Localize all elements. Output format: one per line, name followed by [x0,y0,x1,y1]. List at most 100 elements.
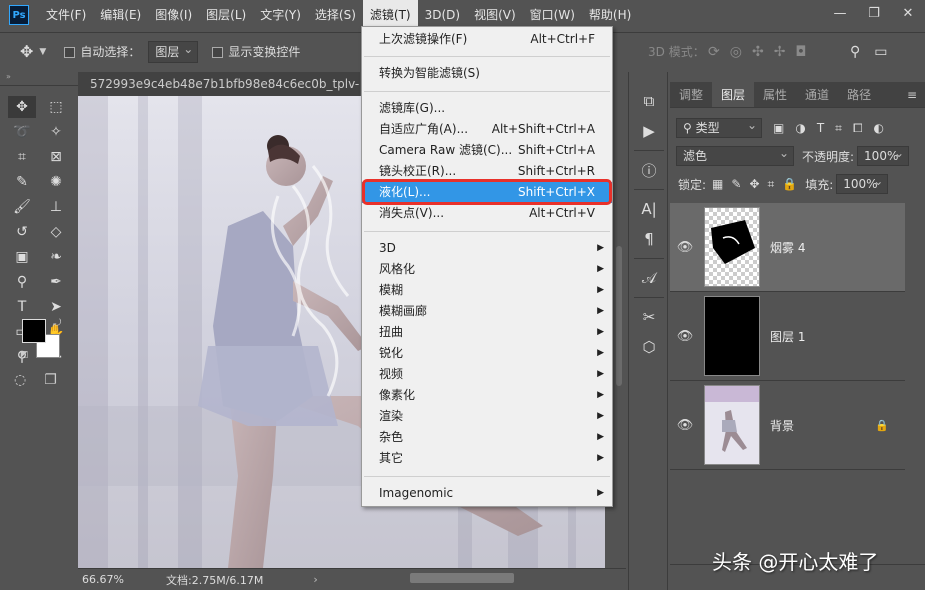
brush-tool-icon[interactable]: 🖌 [8,196,36,218]
dodge-tool-icon[interactable]: ⚲ [8,271,36,293]
visibility-eye-icon[interactable]: 👁 [670,240,700,255]
close-button[interactable]: ✕ [891,0,925,26]
3d-panel-icon[interactable]: ⬡ [629,332,669,362]
image-filter-icon[interactable]: ▣ [773,121,784,135]
menu-item-imagenomic[interactable]: Imagenomic ▶ [362,483,612,504]
panel-menu-icon[interactable]: ≡ [907,82,917,107]
menu-item-last-filter[interactable]: 上次滤镜操作(F) Alt+Ctrl+F [362,29,612,50]
document-tab[interactable]: 572993e9c4eb48e7b1bfb98e84c6ec0b_tplv-ob… [78,72,360,96]
layer-filter-dropdown[interactable]: ⚲ 类型 [676,116,762,138]
pen-tool-icon[interactable]: ✒ [42,271,70,293]
menu-item-distort[interactable]: 扭曲 ▶ [362,322,612,343]
tab-paths[interactable]: 路径 [838,82,880,107]
chevron-right-icon[interactable]: › [313,573,317,586]
eraser-tool-icon[interactable]: ◇ [42,221,70,243]
foreground-color-swatch[interactable] [22,319,46,343]
default-colors-icon[interactable]: ◩ [20,350,29,360]
info-panel-icon[interactable]: ⓘ [629,155,669,185]
paragraph-panel-icon[interactable]: ¶ [629,224,669,254]
menu-file[interactable]: 文件(F) [39,0,93,30]
menu-item-filter-gallery[interactable]: 滤镜库(G)... [362,98,612,119]
menu-item-pixelate[interactable]: 像素化 ▶ [362,385,612,406]
menu-item-video[interactable]: 视频 ▶ [362,364,612,385]
menu-item-blur[interactable]: 模糊 ▶ [362,280,612,301]
quick-mask-icon[interactable]: ◌ [14,372,26,388]
filter-toggle-icon[interactable]: ◐ [874,121,884,135]
menu-type[interactable]: 文字(Y) [253,0,308,30]
menu-item-adaptive-wide-angle[interactable]: 自适应广角(A)... Alt+Shift+Ctrl+A [362,119,612,140]
menu-item-render[interactable]: 渲染 ▶ [362,406,612,427]
show-transform-checkbox[interactable]: 显示变换控件 [212,43,300,60]
smart-object-filter-icon[interactable]: ⧠ [853,121,863,136]
scale-3d-icon[interactable]: ◘ [795,44,806,60]
tab-adjustments[interactable]: 调整 [670,82,712,107]
magic-wand-icon[interactable]: ✧ [42,121,70,143]
visibility-eye-icon[interactable]: 👁 [670,418,700,433]
visibility-eye-icon[interactable]: 👁 [670,329,700,344]
menu-item-vanishing-point[interactable]: 消失点(V)... Alt+Ctrl+V [362,203,612,224]
menu-item-3d[interactable]: 3D ▶ [362,238,612,259]
glyphs-panel-icon[interactable]: 𝒜 [629,263,669,293]
move-tool-icon[interactable]: ✥ [20,42,33,61]
gradient-tool-icon[interactable]: ▣ [8,246,36,268]
tab-channels[interactable]: 通道 [796,82,838,107]
crop-tool-icon[interactable]: ⌗ [8,146,36,168]
layer-row[interactable]: 👁 烟雾 4 [670,203,905,292]
eyedropper-icon[interactable]: ✎ [8,171,36,193]
menu-edit[interactable]: 编辑(E) [93,0,148,30]
lock-all-icon[interactable]: 🔒 [782,177,797,191]
swap-colors-icon[interactable]: ⤾ [53,318,61,329]
move-tool-icon[interactable]: ✥ [8,96,36,118]
stamp-tool-icon[interactable]: ⊥ [42,196,70,218]
menu-item-smart-filter[interactable]: 转换为智能滤镜(S) [362,63,612,84]
menu-select[interactable]: 选择(S) [308,0,363,30]
slide-3d-icon[interactable]: ✢ [774,44,786,60]
type-tool-icon[interactable]: T [8,296,36,318]
adjustment-filter-icon[interactable]: ◑ [795,121,805,135]
menu-item-other[interactable]: 其它 ▶ [362,448,612,469]
menu-item-blur-gallery[interactable]: 模糊画廊 ▶ [362,301,612,322]
auto-select-dropdown[interactable]: 图层 [148,39,199,63]
type-filter-icon[interactable]: T [817,121,824,135]
workspace-icon[interactable]: ▭ [874,44,887,60]
menu-item-camera-raw[interactable]: Camera Raw 滤镜(C)... Shift+Ctrl+A [362,140,612,161]
frame-tool-icon[interactable]: ⊠ [42,146,70,168]
orbit-3d-icon[interactable]: ⟳ [708,44,720,60]
blur-tool-icon[interactable]: ❧ [42,246,70,268]
shape-filter-icon[interactable]: ⌗ [835,121,842,136]
layer-row[interactable]: 👁 图层 1 [670,292,905,381]
vertical-scrollbar[interactable] [612,96,626,568]
path-select-icon[interactable]: ➤ [42,296,70,318]
menu-item-noise[interactable]: 杂色 ▶ [362,427,612,448]
healing-brush-icon[interactable]: ✺ [42,171,70,193]
screen-mode-icon[interactable]: ❐ [44,372,57,388]
lock-transparent-icon[interactable]: ▦ [712,177,723,191]
chevron-down-icon[interactable]: ▼ [39,47,46,57]
lock-pixels-icon[interactable]: ✎ [731,177,741,191]
tab-properties[interactable]: 属性 [754,82,796,107]
search-icon[interactable]: ⚲ [850,44,860,60]
auto-select-checkbox[interactable]: 自动选择： [64,43,140,60]
pan-3d-icon[interactable]: ✣ [752,44,764,60]
minimize-button[interactable]: — [823,0,857,26]
history-panel-icon[interactable]: ⧉ [629,86,669,116]
blend-mode-dropdown[interactable]: 滤色 [676,144,794,166]
restore-button[interactable]: ❐ [857,0,891,26]
lock-artboard-icon[interactable]: ⌗ [768,177,775,192]
menu-item-sharpen[interactable]: 锐化 ▶ [362,343,612,364]
menu-item-stylize[interactable]: 风格化 ▶ [362,259,612,280]
menu-image[interactable]: 图像(I) [148,0,199,30]
tab-layers[interactable]: 图层 [712,82,755,107]
marquee-tool-icon[interactable]: ⬚ [42,96,70,118]
zoom-level[interactable]: 66.67% [82,573,142,586]
opacity-input[interactable]: 100% [857,144,910,166]
lasso-tool-icon[interactable]: ➰ [8,121,36,143]
layer-row[interactable]: 👁 背景 🔒 [670,381,905,470]
menu-layer[interactable]: 图层(L) [199,0,253,30]
history-brush-icon[interactable]: ↺ [8,221,36,243]
tool-presets-icon[interactable]: ✂ [629,302,669,332]
layers-scrollbar[interactable] [905,204,925,564]
collapse-icon[interactable]: » [0,72,78,86]
horizontal-scrollbar[interactable] [410,573,514,583]
character-panel-icon[interactable]: A| [629,194,669,224]
